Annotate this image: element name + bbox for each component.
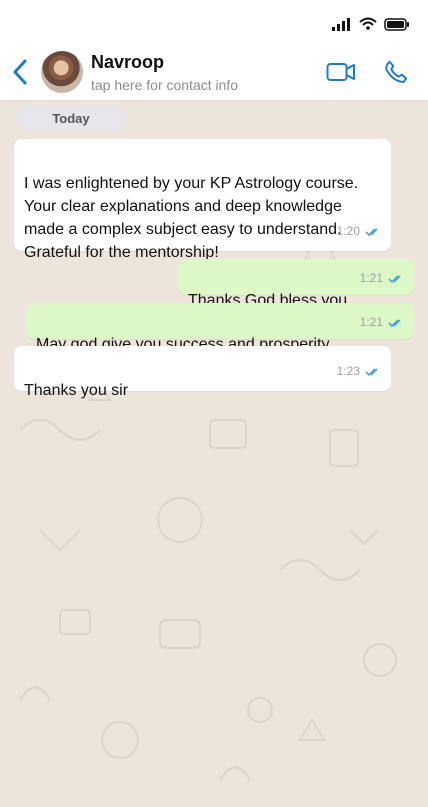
message-bubble-outgoing[interactable]: May god give you success and prosperity … <box>26 303 414 353</box>
battery-icon <box>384 17 409 31</box>
double-check-icon <box>388 274 401 283</box>
message-meta: 1:21 <box>360 311 404 334</box>
message-text: I was enlightened by your KP Astrology c… <box>24 175 359 261</box>
back-button[interactable] <box>8 56 32 88</box>
message-time: 1:21 <box>359 271 383 285</box>
message-meta: 1:20 <box>337 220 381 243</box>
message-meta: 1:21 <box>360 267 404 290</box>
phone-icon <box>385 60 408 84</box>
chat-header: Navroop tap here for contact info <box>0 46 428 100</box>
message-time: 1:20 <box>336 224 360 238</box>
message-bubble-outgoing[interactable]: Thanks God bless you 1:21 <box>178 259 414 309</box>
chat-area[interactable]: Today I was enlightened by your KP Astro… <box>0 100 428 807</box>
status-bar <box>0 0 428 46</box>
message-time: 1:21 <box>359 315 383 329</box>
message-bubble-incoming[interactable]: I was enlightened by your KP Astrology c… <box>14 139 391 261</box>
date-separator: Today <box>16 107 126 130</box>
contact-info-hint[interactable]: tap here for contact info <box>91 77 238 93</box>
signal-icon <box>332 18 350 31</box>
voice-call-button[interactable] <box>381 59 411 85</box>
wifi-icon <box>359 17 377 30</box>
status-icons <box>332 17 410 31</box>
chevron-left-icon <box>13 59 27 85</box>
message-text: Thanks you sir <box>24 382 129 399</box>
message-bubble-incoming[interactable]: Thanks you sir 1:23 <box>14 346 391 399</box>
double-check-icon <box>365 227 378 236</box>
contact-avatar[interactable] <box>41 51 83 93</box>
video-camera-icon <box>326 63 355 81</box>
message-time: 1:23 <box>336 364 360 378</box>
contact-name[interactable]: Navroop <box>91 52 164 73</box>
message-meta: 1:23 <box>337 360 381 383</box>
double-check-icon <box>365 367 378 376</box>
video-call-button[interactable] <box>326 59 356 85</box>
double-check-icon <box>388 318 401 327</box>
